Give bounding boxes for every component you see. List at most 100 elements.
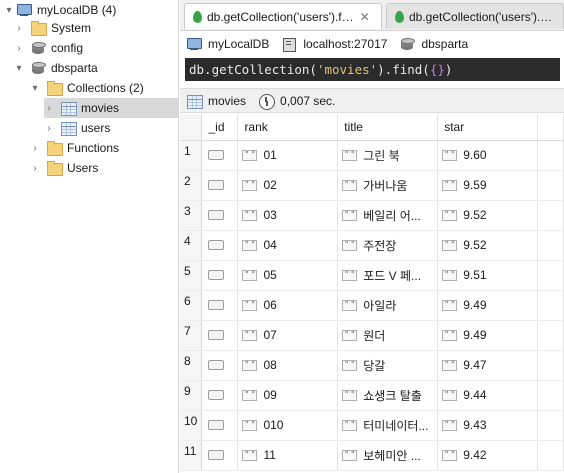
expand-arrow-icon[interactable]: › [30, 142, 40, 154]
table-row[interactable]: 3 " " 03 " " 베일리 어... " " 9.52 [180, 200, 564, 231]
cell-star[interactable]: " " 9.60 [437, 140, 539, 171]
tree-node-users-folder[interactable]: › Users [30, 158, 98, 178]
query-method: ).find( [377, 62, 430, 77]
cell-id[interactable] [201, 170, 239, 201]
cell-title[interactable]: " " 쇼생크 탈출 [337, 380, 439, 411]
cell-star[interactable]: " " 9.42 [437, 440, 539, 471]
expand-arrow-icon[interactable]: › [44, 122, 54, 134]
cell-title[interactable]: " " 터미네이터... [337, 410, 439, 441]
cell-title[interactable]: " " 주전장 [337, 230, 439, 261]
cell-filler [537, 320, 564, 351]
column-header-title[interactable]: title [337, 114, 439, 141]
star-value: 9.49 [463, 328, 487, 342]
close-icon[interactable]: ✕ [360, 10, 370, 24]
cell-rank[interactable]: " " 08 [237, 350, 339, 381]
table-row[interactable]: 9 " " 09 " " 쇼생크 탈출 " " 9.44 [180, 380, 564, 411]
tree-node-movies[interactable]: › movies [44, 98, 178, 118]
cell-id[interactable] [201, 410, 239, 441]
table-row[interactable]: 11 " " 11 " " 보헤미안 ... " " 9.42 [180, 440, 564, 471]
table-row[interactable]: 10 " " 010 " " 터미네이터... " " 9.43 [180, 410, 564, 441]
cell-id[interactable] [201, 200, 239, 231]
cell-rank[interactable]: " " 01 [237, 140, 339, 171]
cell-id[interactable] [201, 140, 239, 171]
table-row[interactable]: 6 " " 06 " " 아일라 " " 9.49 [180, 290, 564, 321]
tree-node-dbsparta[interactable]: ▾ dbsparta [14, 58, 97, 78]
cell-star[interactable]: " " 9.51 [437, 260, 539, 291]
cell-star[interactable]: " " 9.43 [437, 410, 539, 441]
cell-title[interactable]: " " 아일라 [337, 290, 439, 321]
tree-node-connection[interactable]: ▾ myLocalDB (4) [4, 0, 116, 20]
collapse-arrow-icon[interactable]: ▾ [14, 62, 24, 74]
cell-title[interactable]: " " 당갈 [337, 350, 439, 381]
tree-node-users-collection[interactable]: › users [44, 118, 110, 138]
tab-query-2[interactable]: db.getCollection('users').… [386, 3, 564, 29]
collapse-arrow-icon[interactable]: ▾ [4, 4, 14, 16]
table-row[interactable]: 2 " " 02 " " 가버나움 " " 9.59 [180, 170, 564, 201]
table-row[interactable]: 4 " " 04 " " 주전장 " " 9.52 [180, 230, 564, 261]
query-editor[interactable]: db.getCollection('movies').find({}) [185, 58, 560, 81]
cell-id[interactable] [201, 440, 239, 471]
cell-id[interactable] [201, 290, 239, 321]
cell-star[interactable]: " " 9.44 [437, 380, 539, 411]
result-header: movies 0,007 sec. [180, 88, 564, 113]
cell-star[interactable]: " " 9.52 [437, 230, 539, 261]
cell-title[interactable]: " " 가버나움 [337, 170, 439, 201]
expand-arrow-icon[interactable]: › [30, 162, 40, 174]
string-type-icon: " " [242, 359, 258, 371]
row-number: 4 [180, 230, 203, 261]
collapse-arrow-icon[interactable]: ▾ [30, 82, 40, 94]
collection-table-icon [60, 100, 77, 116]
tree-node-system[interactable]: › System [14, 18, 91, 38]
cell-rank[interactable]: " " 02 [237, 170, 339, 201]
string-type-icon: " " [242, 269, 258, 281]
cell-id[interactable] [201, 350, 239, 381]
mongodb-leaf-icon [193, 10, 202, 23]
table-row[interactable]: 5 " " 05 " " 포드 V 페... " " 9.51 [180, 260, 564, 291]
tree-node-functions[interactable]: › Functions [30, 138, 119, 158]
cell-rank[interactable]: " " 07 [237, 320, 339, 351]
expand-arrow-icon[interactable]: › [14, 42, 24, 54]
cell-title[interactable]: " " 그린 북 [337, 140, 439, 171]
expand-arrow-icon[interactable]: › [44, 102, 54, 114]
cell-id[interactable] [201, 380, 239, 411]
column-header-id[interactable]: _id [201, 114, 239, 141]
tree-node-collections[interactable]: ▾ Collections (2) [30, 78, 144, 98]
cell-rank[interactable]: " " 04 [237, 230, 339, 261]
cell-filler [537, 440, 564, 471]
cell-rank[interactable]: " " 11 [237, 440, 339, 471]
table-row[interactable]: 7 " " 07 " " 원더 " " 9.49 [180, 320, 564, 351]
table-row[interactable]: 1 " " 01 " " 그린 북 " " 9.60 [180, 140, 564, 171]
table-row[interactable]: 8 " " 08 " " 당갈 " " 9.47 [180, 350, 564, 381]
cell-title[interactable]: " " 보헤미안 ... [337, 440, 439, 471]
expand-arrow-icon[interactable]: › [14, 22, 24, 34]
star-value: 9.49 [463, 298, 487, 312]
tree-node-config[interactable]: › config [14, 38, 83, 58]
cell-rank[interactable]: " " 09 [237, 380, 339, 411]
cell-rank[interactable]: " " 03 [237, 200, 339, 231]
cell-rank[interactable]: " " 06 [237, 290, 339, 321]
cell-id[interactable] [201, 230, 239, 261]
cell-star[interactable]: " " 9.49 [437, 320, 539, 351]
cell-id[interactable] [201, 260, 239, 291]
cell-filler [537, 170, 564, 201]
string-type-icon: " " [442, 389, 458, 401]
star-value: 9.52 [463, 208, 487, 222]
cell-star[interactable]: " " 9.52 [437, 200, 539, 231]
collection-table-icon [186, 93, 203, 109]
string-type-icon: " " [242, 299, 258, 311]
tab-query-1[interactable]: db.getCollection('users').f… ✕ [184, 3, 382, 29]
column-header-rank[interactable]: rank [237, 114, 339, 141]
object-icon [208, 210, 225, 220]
cell-star[interactable]: " " 9.49 [437, 290, 539, 321]
cell-rank[interactable]: " " 010 [237, 410, 339, 441]
cell-rank[interactable]: " " 05 [237, 260, 339, 291]
cell-id[interactable] [201, 320, 239, 351]
query-collection-arg: 'movies' [316, 62, 378, 77]
cell-title[interactable]: " " 원더 [337, 320, 439, 351]
cell-title[interactable]: " " 베일리 어... [337, 200, 439, 231]
column-header-star[interactable]: star [437, 114, 539, 141]
cell-title[interactable]: " " 포드 V 페... [337, 260, 439, 291]
cell-star[interactable]: " " 9.47 [437, 350, 539, 381]
cell-star[interactable]: " " 9.59 [437, 170, 539, 201]
object-icon [208, 450, 225, 460]
